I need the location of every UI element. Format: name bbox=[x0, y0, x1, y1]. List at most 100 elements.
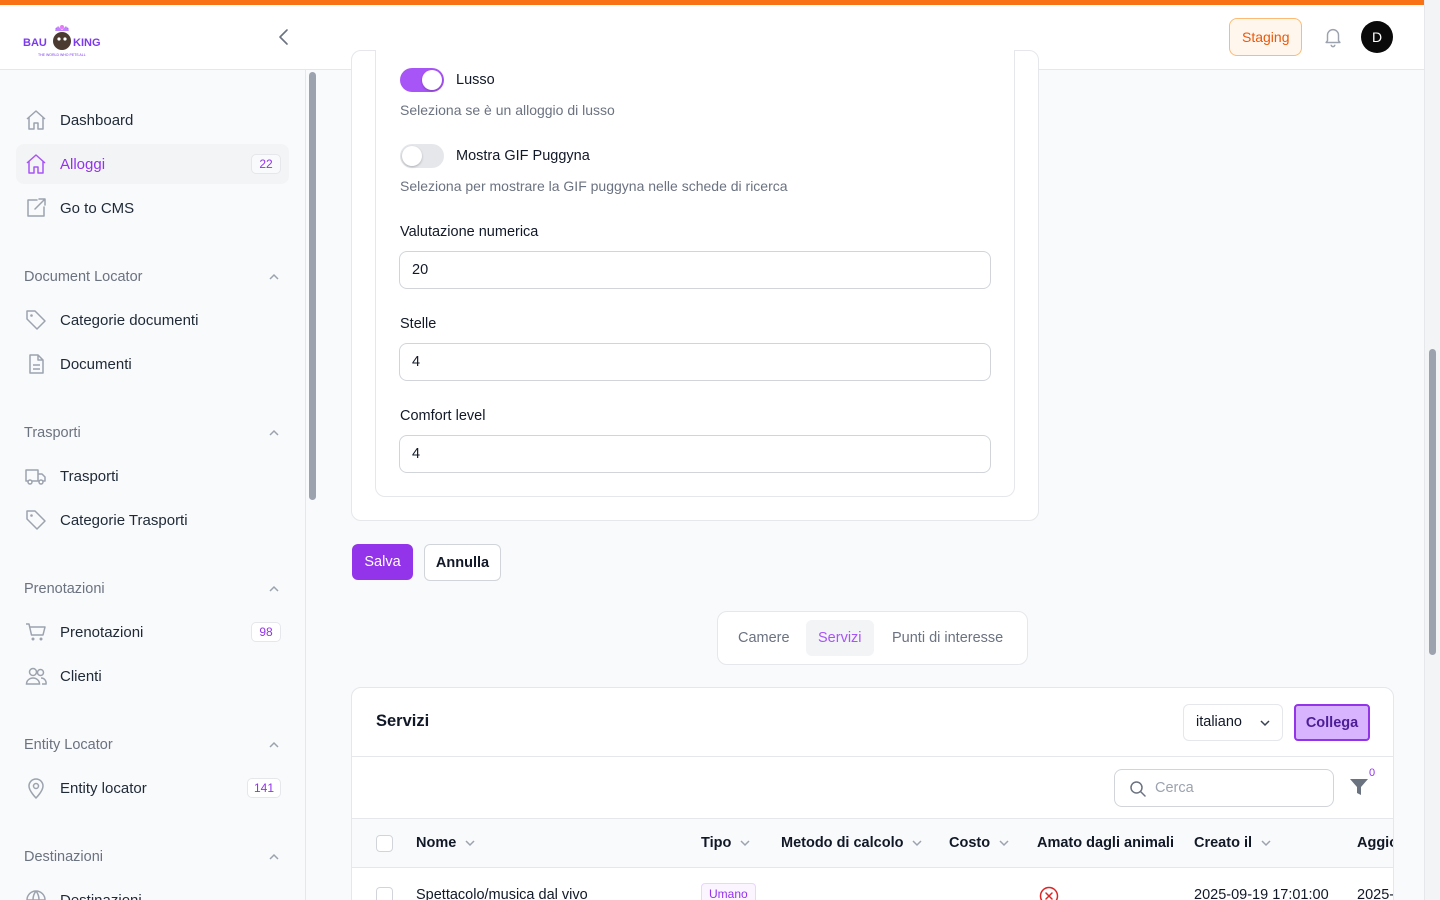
tab-camere[interactable]: Camere bbox=[726, 620, 802, 656]
sidebar: Dashboard Alloggi 22 Go to CMS Document … bbox=[0, 70, 306, 900]
page-scrollbar-thumb[interactable] bbox=[1429, 349, 1436, 655]
svg-text:BAU: BAU bbox=[23, 37, 47, 49]
filter-count-badge: 0 bbox=[1369, 767, 1376, 779]
sidebar-item-entity-locator[interactable]: Entity locator 141 bbox=[16, 768, 289, 808]
user-avatar[interactable]: D bbox=[1361, 21, 1393, 53]
bauking-logo[interactable]: BAU KING THE WORLD WHO PETS ALL bbox=[22, 17, 106, 59]
group-title-label: Destinazioni bbox=[24, 849, 103, 865]
table-header: Nome Tipo Metodo di calcolo Costo Amato … bbox=[352, 818, 1393, 868]
column-header-costo[interactable]: Costo bbox=[949, 835, 1010, 851]
rating-input[interactable]: 20 bbox=[399, 251, 991, 289]
stars-label: Stelle bbox=[400, 316, 437, 332]
column-header-amato-dagli-animali[interactable]: Amato dagli animali bbox=[1037, 835, 1174, 851]
sidebar-item-label: Clienti bbox=[60, 667, 102, 685]
sidebar-item-alloggi[interactable]: Alloggi 22 bbox=[16, 144, 289, 184]
cancel-button[interactable]: Annulla bbox=[424, 544, 501, 581]
related-tabs: Camere Servizi Punti di interesse bbox=[717, 611, 1028, 665]
toggle-knob bbox=[422, 70, 442, 90]
home-icon bbox=[24, 108, 48, 132]
collapse-sidebar-chevron-icon[interactable] bbox=[274, 27, 294, 47]
cell-nome[interactable]: Spettacolo/musica dal vivo bbox=[416, 887, 588, 900]
select-all-checkbox[interactable] bbox=[376, 835, 393, 852]
tab-servizi[interactable]: Servizi bbox=[806, 620, 874, 656]
x-circle-icon bbox=[1039, 886, 1059, 900]
chevron-down-icon bbox=[912, 840, 922, 847]
column-header-tipo[interactable]: Tipo bbox=[701, 835, 751, 851]
row-checkbox[interactable] bbox=[376, 887, 393, 900]
filter-icon[interactable] bbox=[1348, 776, 1370, 798]
chevron-up-icon bbox=[269, 853, 279, 860]
sidebar-item-go-to-cms[interactable]: Go to CMS bbox=[16, 188, 289, 228]
chevron-down-icon bbox=[999, 840, 1009, 847]
tag-icon bbox=[24, 508, 48, 532]
chevron-up-icon bbox=[269, 429, 279, 436]
column-label: Tipo bbox=[701, 835, 732, 851]
gif-puggyna-helper-text: Seleziona per mostrare la GIF puggyna ne… bbox=[400, 178, 788, 194]
services-table-card: Servizi italiano Collega 0 Nome Tipo Met… bbox=[351, 687, 1394, 900]
sidebar-item-label: Go to CMS bbox=[60, 199, 135, 217]
environment-staging-button[interactable]: Staging bbox=[1229, 18, 1303, 56]
sidebar-item-categorie-documenti[interactable]: Categorie documenti bbox=[16, 300, 289, 340]
tipo-badge: Umano bbox=[701, 883, 756, 900]
column-label: Aggio bbox=[1357, 835, 1394, 851]
column-label: Metodo di calcolo bbox=[781, 835, 904, 851]
sidebar-item-label: Documenti bbox=[60, 355, 132, 373]
services-table-title: Servizi bbox=[376, 712, 430, 730]
sidebar-group-prenotazioni[interactable]: Prenotazioni bbox=[24, 579, 281, 599]
column-header-metodo-di-calcolo[interactable]: Metodo di calcolo bbox=[781, 835, 923, 851]
sidebar-group-document-locator[interactable]: Document Locator bbox=[24, 267, 281, 287]
sidebar-item-categorie-trasporti[interactable]: Categorie Trasporti bbox=[16, 500, 289, 540]
column-header-creato-il[interactable]: Creato il bbox=[1194, 835, 1272, 851]
chevron-up-icon bbox=[269, 585, 279, 592]
sidebar-item-dashboard[interactable]: Dashboard bbox=[16, 100, 289, 140]
luxury-toggle-label: Lusso bbox=[456, 72, 495, 88]
cart-icon bbox=[24, 620, 48, 644]
count-badge: 98 bbox=[251, 622, 281, 642]
search-input[interactable] bbox=[1155, 778, 1325, 798]
tab-punti-di-interesse[interactable]: Punti di interesse bbox=[880, 620, 1015, 656]
bell-icon[interactable] bbox=[1322, 26, 1344, 48]
chevron-up-icon bbox=[269, 741, 279, 748]
sidebar-group-trasporti[interactable]: Trasporti bbox=[24, 423, 281, 443]
column-label: Nome bbox=[416, 835, 457, 851]
chevron-up-icon bbox=[269, 273, 279, 280]
link-service-button[interactable]: Collega bbox=[1294, 704, 1370, 741]
language-select-value: italiano bbox=[1196, 714, 1242, 730]
column-label: Amato dagli animali bbox=[1037, 835, 1174, 851]
sidebar-group-entity-locator[interactable]: Entity Locator bbox=[24, 735, 281, 755]
sidebar-item-label: Categorie Trasporti bbox=[60, 511, 188, 529]
svg-text:KING: KING bbox=[73, 37, 101, 49]
chevron-down-icon bbox=[465, 840, 475, 847]
column-header-nome[interactable]: Nome bbox=[416, 835, 476, 851]
divider bbox=[352, 756, 1393, 757]
external-link-icon bbox=[24, 196, 48, 220]
gif-puggyna-toggle[interactable] bbox=[400, 144, 444, 168]
chevron-down-icon bbox=[1260, 720, 1270, 727]
sidebar-group-destinazioni[interactable]: Destinazioni bbox=[24, 847, 281, 867]
comfort-level-input[interactable]: 4 bbox=[399, 435, 991, 473]
home-icon bbox=[24, 152, 48, 176]
sidebar-item-label: Dashboard bbox=[60, 111, 134, 129]
chevron-down-icon bbox=[740, 840, 750, 847]
group-title-label: Entity Locator bbox=[24, 737, 113, 753]
sidebar-item-documenti[interactable]: Documenti bbox=[16, 344, 289, 384]
group-title-label: Prenotazioni bbox=[24, 581, 105, 597]
file-icon bbox=[24, 352, 48, 376]
sidebar-item-destinazioni[interactable]: Destinazioni bbox=[16, 880, 289, 900]
stars-input[interactable]: 4 bbox=[399, 343, 991, 381]
sidebar-item-trasporti[interactable]: Trasporti bbox=[16, 456, 289, 496]
search-field[interactable] bbox=[1114, 769, 1334, 807]
sidebar-scrollbar[interactable] bbox=[309, 72, 316, 500]
language-select[interactable]: italiano bbox=[1183, 704, 1283, 741]
sidebar-item-label: Trasporti bbox=[60, 467, 119, 485]
sidebar-item-clienti[interactable]: Clienti bbox=[16, 656, 289, 696]
column-label: Costo bbox=[949, 835, 991, 851]
truck-icon bbox=[24, 464, 48, 488]
search-icon bbox=[1130, 781, 1146, 797]
sidebar-item-label: Prenotazioni bbox=[60, 623, 144, 641]
map-pin-icon bbox=[24, 776, 48, 800]
column-header-aggiornato-il[interactable]: Aggio bbox=[1357, 835, 1394, 851]
luxury-toggle[interactable] bbox=[400, 68, 444, 92]
save-button[interactable]: Salva bbox=[352, 544, 413, 580]
sidebar-item-prenotazioni[interactable]: Prenotazioni 98 bbox=[16, 612, 289, 652]
